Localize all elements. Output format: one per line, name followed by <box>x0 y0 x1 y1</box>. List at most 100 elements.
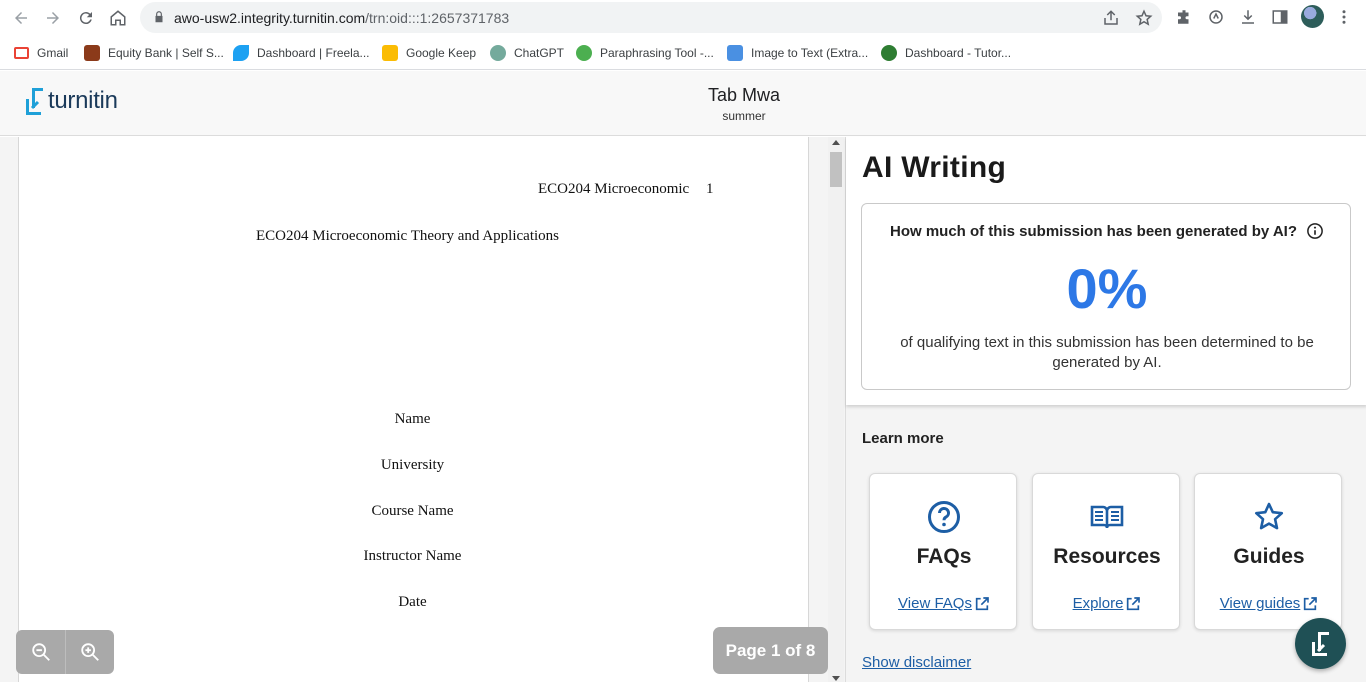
profile-avatar[interactable] <box>1301 5 1324 28</box>
url-path: /trn:oid:::1:2657371783 <box>365 10 510 26</box>
learn-more-heading: Learn more <box>862 430 944 447</box>
star-icon <box>1255 502 1284 530</box>
ai-summary-section: AI Writing How much of this submission h… <box>846 137 1366 405</box>
address-bar[interactable]: awo-usw2.integrity.turnitin.com/trn:oid:… <box>140 2 1162 33</box>
view-faqs-link[interactable]: View FAQs <box>870 595 1018 612</box>
keep-icon <box>382 45 398 61</box>
home-button[interactable] <box>106 6 130 30</box>
bookmark-label: Dashboard | Freela... <box>257 46 370 60</box>
tutor-icon <box>881 45 897 61</box>
gmail-icon <box>14 47 29 59</box>
zoom-out-button[interactable] <box>16 630 65 674</box>
zoom-in-icon <box>81 643 99 661</box>
bookmark-google-keep[interactable]: Google Keep <box>382 44 476 62</box>
guides-card: Guides View guides <box>1194 473 1342 630</box>
author-name: Name <box>394 411 431 427</box>
view-faqs-label: View FAQs <box>898 595 972 612</box>
ai-description: of qualifying text in this submission ha… <box>900 334 1314 371</box>
bookmark-label: ChatGPT <box>514 46 565 60</box>
bookmarks-bar: Gmail Equity Bank | Self S... Dashboard … <box>0 37 1366 70</box>
open-book-icon <box>1090 505 1124 529</box>
question-circle-icon <box>928 501 960 533</box>
turnitin-help-icon <box>1311 631 1329 656</box>
bookmark-tutor-dashboard[interactable]: Dashboard - Tutor... <box>881 44 1011 62</box>
help-button[interactable] <box>1295 618 1346 669</box>
external-link-icon <box>1127 596 1141 610</box>
faqs-card: FAQs View FAQs <box>869 473 1017 630</box>
back-button[interactable] <box>9 6 33 30</box>
bookmark-image-to-text[interactable]: Image to Text (Extra... <box>727 44 868 62</box>
faqs-title: FAQs <box>916 545 972 568</box>
university: University <box>380 457 445 473</box>
page-indicator: Page 1 of 8 <box>713 627 828 674</box>
explore-label: Explore <box>1072 595 1124 612</box>
extension-circle-icon[interactable] <box>1207 8 1225 26</box>
home-icon <box>110 10 126 26</box>
bird-icon <box>233 45 249 61</box>
arrow-left-icon <box>15 12 27 24</box>
ai-question: How much of this submission has been gen… <box>862 222 1352 240</box>
chatgpt-icon <box>490 45 506 61</box>
bookmark-label: Image to Text (Extra... <box>751 46 869 60</box>
resources-title: Resources <box>1053 545 1161 568</box>
external-link-icon <box>975 596 989 610</box>
side-panel-icon[interactable] <box>1271 8 1289 26</box>
download-icon[interactable] <box>1239 8 1257 26</box>
document-scrollbar[interactable] <box>828 137 844 682</box>
browser-toolbar: awo-usw2.integrity.turnitin.com/trn:oid:… <box>0 0 1366 36</box>
app-header: turnitin Tab Mwa summer <box>0 71 1366 136</box>
course-name: Course Name <box>371 503 454 519</box>
bookmark-label: Gmail <box>37 46 69 60</box>
zoom-in-button[interactable] <box>65 630 114 674</box>
bookmark-gmail[interactable]: Gmail <box>14 44 68 62</box>
instructor-name: Instructor Name <box>363 548 462 564</box>
edit-icon <box>727 45 743 61</box>
url-host: awo-usw2.integrity.turnitin.com <box>174 10 366 26</box>
bookmark-label: Dashboard - Tutor... <box>905 46 1012 60</box>
ai-percentage: 0% <box>1066 257 1148 320</box>
submission-title: Tab Mwa <box>707 85 781 105</box>
equity-bank-icon <box>84 45 100 61</box>
view-guides-link[interactable]: View guides <box>1195 595 1343 612</box>
reload-icon <box>79 12 92 25</box>
page-number: 1 <box>706 181 714 197</box>
menu-kebab-icon[interactable] <box>1335 8 1353 26</box>
resources-card: Resources Explore <box>1032 473 1180 630</box>
zoom-controls <box>16 630 114 674</box>
date: Date <box>398 594 427 610</box>
lock-icon <box>155 11 163 23</box>
info-icon[interactable] <box>1306 222 1324 240</box>
url-text: awo-usw2.integrity.turnitin.com/trn:oid:… <box>174 10 509 26</box>
ai-score-card: How much of this submission has been gen… <box>861 203 1351 390</box>
zoom-out-icon <box>31 643 50 661</box>
view-guides-label: View guides <box>1219 595 1301 612</box>
bookmark-paraphrasing-tool[interactable]: Paraphrasing Tool -... <box>576 44 714 62</box>
scroll-down-arrow-icon[interactable] <box>832 676 840 681</box>
share-icon[interactable] <box>1102 9 1120 27</box>
bookmark-star-icon[interactable] <box>1135 9 1153 27</box>
document-page: ECO204 Microeconomic 1 ECO204 Microecono… <box>18 137 809 682</box>
document-viewer[interactable]: ECO204 Microeconomic 1 ECO204 Microecono… <box>0 137 845 682</box>
bookmark-label: Google Keep <box>406 46 477 60</box>
external-link-icon <box>1304 596 1318 610</box>
explore-link[interactable]: Explore <box>1033 595 1181 612</box>
ai-question-text: How much of this submission has been gen… <box>889 222 1297 240</box>
panel-title: AI Writing <box>862 151 1007 184</box>
bookmark-equity-bank[interactable]: Equity Bank | Self S... <box>84 44 224 62</box>
arrow-right-icon <box>47 12 59 24</box>
robot-icon <box>576 45 592 61</box>
bookmark-label: Paraphrasing Tool -... <box>600 46 714 60</box>
scroll-thumb[interactable] <box>830 152 842 187</box>
document-title: ECO204 Microeconomic Theory and Applicat… <box>256 228 559 244</box>
bookmark-freelance-dashboard[interactable]: Dashboard | Freela... <box>233 44 370 62</box>
extensions-icon[interactable] <box>1175 8 1193 26</box>
ai-writing-panel: AI Writing How much of this submission h… <box>845 137 1366 682</box>
forward-button[interactable] <box>41 6 65 30</box>
scroll-up-arrow-icon[interactable] <box>832 140 840 145</box>
show-disclaimer-link[interactable]: Show disclaimer <box>862 654 971 671</box>
reload-button[interactable] <box>74 6 98 30</box>
submission-subtitle: summer <box>722 109 766 123</box>
running-head: ECO204 Microeconomic <box>538 181 690 197</box>
bookmark-chatgpt[interactable]: ChatGPT <box>490 44 564 62</box>
bookmark-label: Equity Bank | Self S... <box>108 46 224 60</box>
